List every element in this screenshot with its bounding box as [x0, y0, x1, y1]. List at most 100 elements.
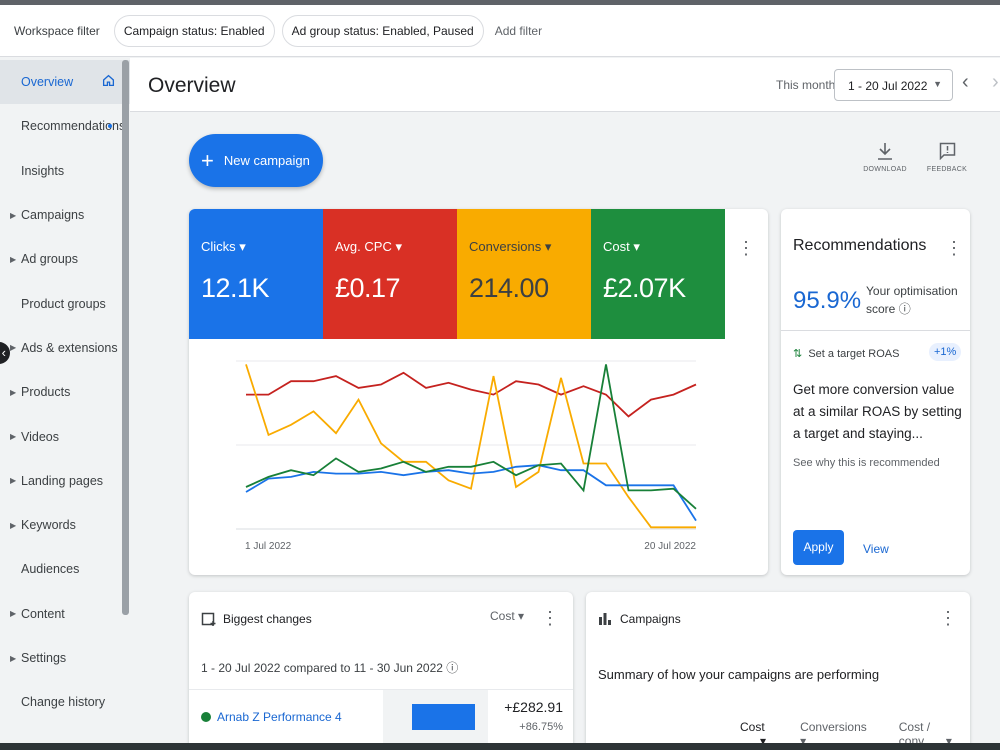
sidebar-item-label: Change history: [21, 695, 106, 710]
sidebar-item-label: Ad groups: [21, 252, 78, 267]
campaigns-title: Campaigns: [620, 612, 681, 626]
add-filter-button[interactable]: Add filter: [495, 24, 542, 38]
sidebar-item-label: Keywords: [21, 518, 76, 533]
next-period-button[interactable]: ›: [992, 71, 999, 94]
expand-caret-icon: ▶: [10, 210, 17, 220]
sidebar-item-label: Overview: [21, 75, 74, 90]
table-row[interactable]: Arnab Z Performance 4 +£282.91 +86.75%: [189, 689, 573, 750]
x-tick-label-start: 1 Jul 2022: [245, 541, 292, 552]
sidebar-item-label: Content: [21, 606, 65, 621]
taskbar-strip: [0, 743, 1000, 750]
divider: [781, 330, 970, 331]
sidebar-item-videos[interactable]: ▶ Videos: [0, 414, 130, 458]
more-options-icon[interactable]: ⋮: [541, 609, 559, 627]
feedback-icon: [939, 142, 955, 160]
metric-name: Clicks ▾: [201, 239, 246, 254]
change-bar: [412, 704, 475, 730]
x-tick-label-end: 20 Jul 2022: [644, 541, 696, 552]
new-campaign-label: New campaign: [223, 153, 310, 168]
performance-card: Clicks ▾ 12.1K Avg. CPC ▾ £0.17 Conversi…: [189, 209, 768, 575]
expand-caret-icon: ▶: [10, 653, 17, 663]
plus-icon: +: [201, 147, 214, 173]
sidebar-item-overview[interactable]: Overview: [0, 60, 130, 105]
metric-select[interactable]: Cost ▾: [490, 609, 524, 623]
recommendation-description: Get more conversion value at a similar R…: [793, 382, 962, 441]
sidebar-item-label: Products: [21, 385, 71, 400]
sidebar-item-change-history[interactable]: Change history: [0, 680, 130, 724]
sidebar-item-label: Campaigns: [21, 208, 85, 223]
sidebar-item-keywords[interactable]: ▶ Keywords: [0, 503, 130, 547]
metric-tile-cost[interactable]: Cost ▾ £2.07K: [591, 209, 725, 339]
comparison-period: 1 - 20 Jul 2022 compared to 11 - 30 Jun …: [201, 661, 459, 675]
filter-chip-ad-group-status[interactable]: Ad group status: Enabled, Paused: [281, 14, 484, 47]
sidebar-item-audiences[interactable]: Audiences: [0, 547, 130, 591]
sidebar-scrollbar[interactable]: [122, 60, 129, 615]
page-title: Overview: [148, 74, 236, 97]
sidebar-item-label: Insights: [21, 163, 65, 178]
filter-bar: Workspace filter Campaign status: Enable…: [0, 5, 1000, 57]
date-range-value: 1 - 20 Jul 2022: [848, 79, 928, 93]
biggest-changes-icon: [201, 612, 216, 626]
campaigns-card: Campaigns ⋮ Summary of how your campaign…: [586, 592, 970, 750]
home-icon: [102, 74, 115, 87]
score-uplift-badge: +1%: [929, 343, 962, 361]
date-range-select[interactable]: 1 - 20 Jul 2022 ▼: [834, 69, 953, 101]
expand-caret-icon: ▶: [10, 387, 17, 397]
apply-button[interactable]: Apply: [793, 530, 844, 565]
why-recommended-link[interactable]: See why this is recommended: [793, 457, 940, 469]
metric-value: £0.17: [335, 273, 401, 303]
filter-chip-campaign-status[interactable]: Campaign status: Enabled: [113, 14, 275, 47]
metric-name: Cost ▾: [603, 239, 640, 254]
download-button[interactable]: DOWNLOAD: [860, 142, 910, 173]
sidebar-item-label: Settings: [21, 651, 67, 665]
expand-caret-icon: ▶: [10, 476, 17, 486]
chevron-left-icon: ‹: [1, 345, 6, 360]
sidebar-item-label: Product groups: [21, 296, 106, 311]
previous-period-button[interactable]: ‹: [962, 71, 969, 94]
sidebar-item-ads-extensions[interactable]: ▶ Ads & extensions: [0, 326, 130, 370]
help-icon: ⓘ: [446, 661, 459, 675]
download-label: DOWNLOAD: [863, 166, 907, 173]
sidebar-nav: Overview Recommendations Insights ▶ Campa…: [0, 60, 130, 750]
more-options-icon[interactable]: ⋮: [939, 609, 957, 627]
optimisation-score: 95.9%: [793, 287, 862, 314]
sidebar-item-label: Videos: [21, 429, 59, 444]
sidebar-item-label: Audiences: [21, 562, 80, 577]
metric-value: 12.1K: [201, 273, 270, 303]
new-campaign-button[interactable]: + New campaign: [189, 134, 323, 187]
metric-tile-conversions[interactable]: Conversions ▾ 214.00: [457, 209, 591, 339]
sidebar-item-product-groups[interactable]: Product groups: [0, 281, 130, 325]
sidebar-item-campaigns[interactable]: ▶ Campaigns: [0, 193, 130, 237]
metric-tile-clicks[interactable]: Clicks ▾ 12.1K: [189, 209, 323, 339]
sidebar-item-insights[interactable]: Insights: [0, 149, 130, 193]
more-options-icon[interactable]: ⋮: [737, 239, 755, 257]
help-icon: ⓘ: [898, 302, 911, 316]
sidebar-item-content[interactable]: ▶ Content: [0, 592, 130, 636]
sidebar-item-label: Landing pages: [21, 473, 104, 488]
sidebar-item-products[interactable]: ▶ Products: [0, 370, 130, 414]
expand-caret-icon: ▶: [10, 432, 17, 442]
campaign-name-link[interactable]: Arnab Z Performance 4: [217, 710, 342, 724]
change-percent: +86.75%: [519, 721, 563, 733]
series-line-clicks: [245, 464, 697, 522]
more-options-icon[interactable]: ⋮: [945, 239, 963, 257]
expand-caret-icon: ▶: [10, 609, 17, 619]
metric-name: Avg. CPC ▾: [335, 239, 402, 254]
date-range-label: This month: [776, 78, 836, 92]
bar-chart-icon: [599, 613, 611, 625]
sidebar-item-recommendations[interactable]: Recommendations: [0, 104, 130, 148]
sidebar-item-landing-pages[interactable]: ▶ Landing pages: [0, 459, 130, 503]
sidebar-item-settings[interactable]: ▶ Settings: [0, 636, 130, 680]
biggest-changes-title: Biggest changes: [223, 612, 312, 626]
sidebar-item-ad-groups[interactable]: ▶ Ad groups: [0, 237, 130, 281]
feedback-button[interactable]: FEEDBACK: [922, 142, 972, 173]
dropdown-arrow-icon: ▼: [933, 79, 942, 89]
feedback-label: FEEDBACK: [926, 166, 968, 173]
workspace-filter-label: Workspace filter: [14, 23, 100, 38]
trend-icon: ⇅: [793, 348, 803, 360]
series-line-avg-cpc: [246, 371, 697, 418]
change-value: +£282.91: [504, 699, 563, 715]
metric-tile-avg-cpc[interactable]: Avg. CPC ▾ £0.17: [323, 209, 457, 339]
recommendations-card: Recommendations ⋮ 95.9% Your optimisatio…: [781, 209, 970, 575]
view-link[interactable]: View: [863, 542, 889, 556]
